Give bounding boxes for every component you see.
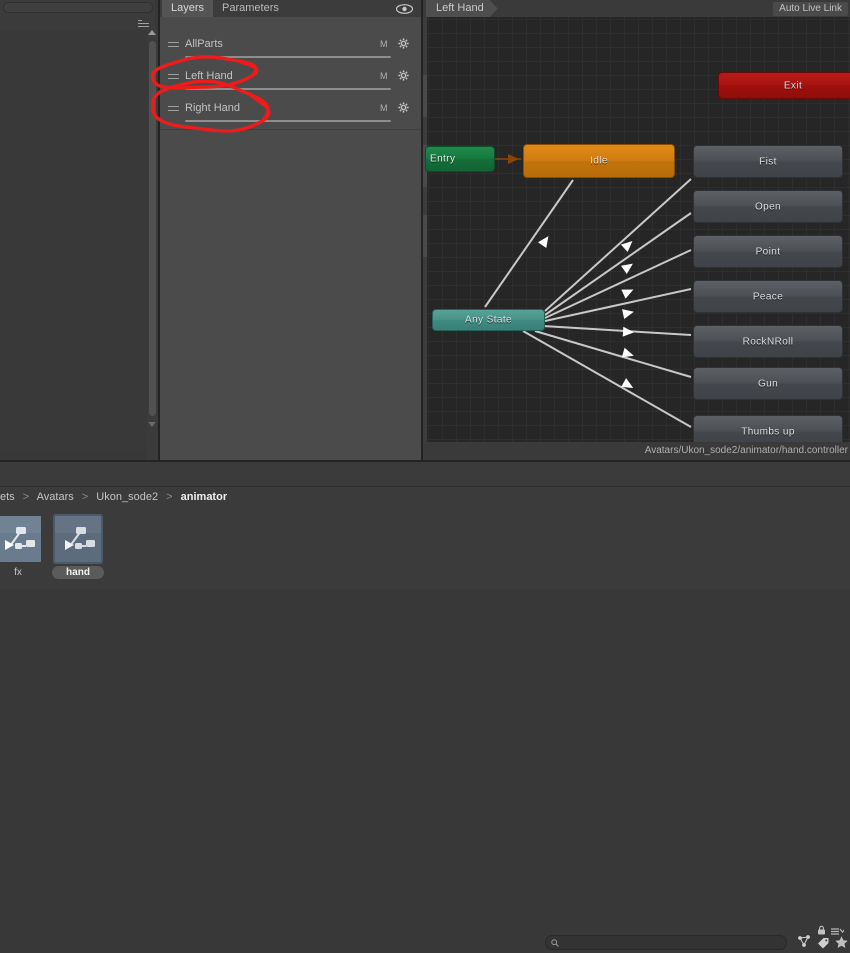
layer-row-right-hand[interactable]: Right Hand M [160, 97, 423, 130]
breadcrumb-item-avatars[interactable]: Avatars [37, 491, 74, 503]
state-node-label: Thumbs up [741, 426, 795, 437]
animator-graph-panel: Left Hand Auto Live Link Exit Entry Idle Fi… [423, 0, 850, 460]
controller-asset-path: Avatars/Ukon_sode2/animator/hand.control… [644, 445, 848, 456]
breadcrumb-separator: > [81, 491, 89, 503]
tab-layers[interactable]: Layers [162, 0, 214, 17]
drag-handle-icon[interactable] [168, 106, 179, 112]
scrollbar-thumb[interactable] [149, 41, 156, 416]
asset-label: hand [52, 566, 104, 579]
layer-name-label: AllParts [185, 38, 223, 50]
gear-icon[interactable] [398, 70, 409, 81]
left-panel-search-input[interactable] [3, 2, 153, 13]
state-node-label: Fist [759, 156, 777, 167]
layers-tabbar: Layers Parameters [160, 0, 423, 17]
left-inspector-panel [0, 0, 160, 460]
state-node-label: Any State [465, 314, 512, 326]
asset-item-fx[interactable]: fx [0, 516, 44, 579]
gear-icon[interactable] [398, 38, 409, 49]
layer-weight-slider[interactable] [185, 56, 391, 58]
favorites-icon[interactable] [795, 933, 814, 950]
project-search-input[interactable] [545, 935, 787, 950]
left-panel-search-row [0, 0, 155, 14]
search-icon [551, 939, 559, 947]
breadcrumb-item-assets[interactable]: ets [0, 491, 15, 503]
state-node-label: Gun [757, 378, 779, 389]
graph-status-bar: Avatars/Ukon_sode2/animator/hand.control… [423, 442, 850, 460]
tab-parameters[interactable]: Parameters [213, 0, 288, 17]
breadcrumb-item-animator[interactable]: animator [181, 491, 227, 503]
state-node-exit[interactable]: Exit [718, 72, 850, 99]
animator-controller-icon [0, 516, 41, 562]
project-toolbar [0, 462, 850, 950]
breadcrumb-item-ukon-sode2[interactable]: Ukon_sode2 [96, 491, 158, 503]
state-node-gun[interactable]: Gun [693, 367, 843, 400]
state-node-idle[interactable]: Idle [523, 144, 675, 178]
layer-weight-slider[interactable] [185, 120, 391, 122]
eye-icon[interactable] [396, 4, 413, 14]
state-node-peace[interactable]: Peace [693, 280, 843, 313]
layer-mask-indicator: M [380, 103, 388, 113]
layer-row-allparts[interactable]: AllParts M [160, 33, 423, 66]
state-node-open[interactable]: Open [693, 190, 843, 223]
star-icon[interactable] [832, 933, 850, 950]
state-node-label: Peace [752, 291, 784, 302]
layer-mask-indicator: M [380, 71, 388, 81]
scroll-up-icon[interactable] [148, 30, 157, 39]
layer-row-left-hand[interactable]: Left Hand M [160, 65, 423, 98]
state-node-entry[interactable]: Entry [425, 146, 495, 172]
state-node-fist[interactable]: Fist [693, 145, 843, 178]
state-node-rocknroll[interactable]: RockNRoll [693, 325, 843, 358]
state-nodes-layer: Exit Entry Idle Fist Open Point Peace RockNRoll… [423, 17, 850, 448]
layer-mask-indicator: M [380, 39, 388, 49]
asset-label: fx [14, 567, 22, 578]
scroll-down-icon[interactable] [148, 422, 157, 431]
gear-icon[interactable] [398, 102, 409, 113]
layer-name-label: Right Hand [185, 102, 241, 114]
state-node-label: Open [754, 201, 782, 212]
layers-add-row: + [160, 17, 423, 49]
graph-breadcrumb-bar: Left Hand Auto Live Link [423, 0, 850, 17]
left-panel-body [0, 30, 147, 452]
left-panel-tabbar[interactable] [0, 13, 155, 31]
project-asset-grid: fx hand [0, 507, 850, 589]
label-icon[interactable] [814, 933, 833, 950]
state-node-label: RockNRoll [742, 336, 794, 347]
breadcrumb-separator: > [22, 491, 30, 503]
state-node-anystate[interactable]: Any State [432, 309, 545, 331]
state-node-label: Exit [783, 80, 803, 91]
layers-panel: Layers Parameters + AllParts M Left Hand… [160, 0, 423, 460]
animator-controller-icon [55, 516, 101, 562]
menu-icon[interactable] [138, 18, 152, 27]
state-node-label: Idle [590, 155, 608, 167]
asset-item-hand[interactable]: hand [52, 516, 104, 579]
state-node-label: Point [755, 246, 781, 257]
layer-name-label: Left Hand [185, 70, 233, 82]
auto-live-link-toggle[interactable]: Auto Live Link [773, 2, 848, 16]
drag-handle-icon[interactable] [168, 74, 179, 80]
state-node-point[interactable]: Point [693, 235, 843, 268]
breadcrumb-separator: > [166, 491, 173, 503]
state-node-label: Entry [430, 153, 456, 165]
layer-weight-slider[interactable] [185, 88, 391, 90]
breadcrumb: ets > Avatars > Ukon_sode2 > animator [0, 488, 850, 508]
breadcrumb-left-hand[interactable]: Left Hand [426, 0, 498, 17]
drag-handle-icon[interactable] [168, 42, 179, 48]
